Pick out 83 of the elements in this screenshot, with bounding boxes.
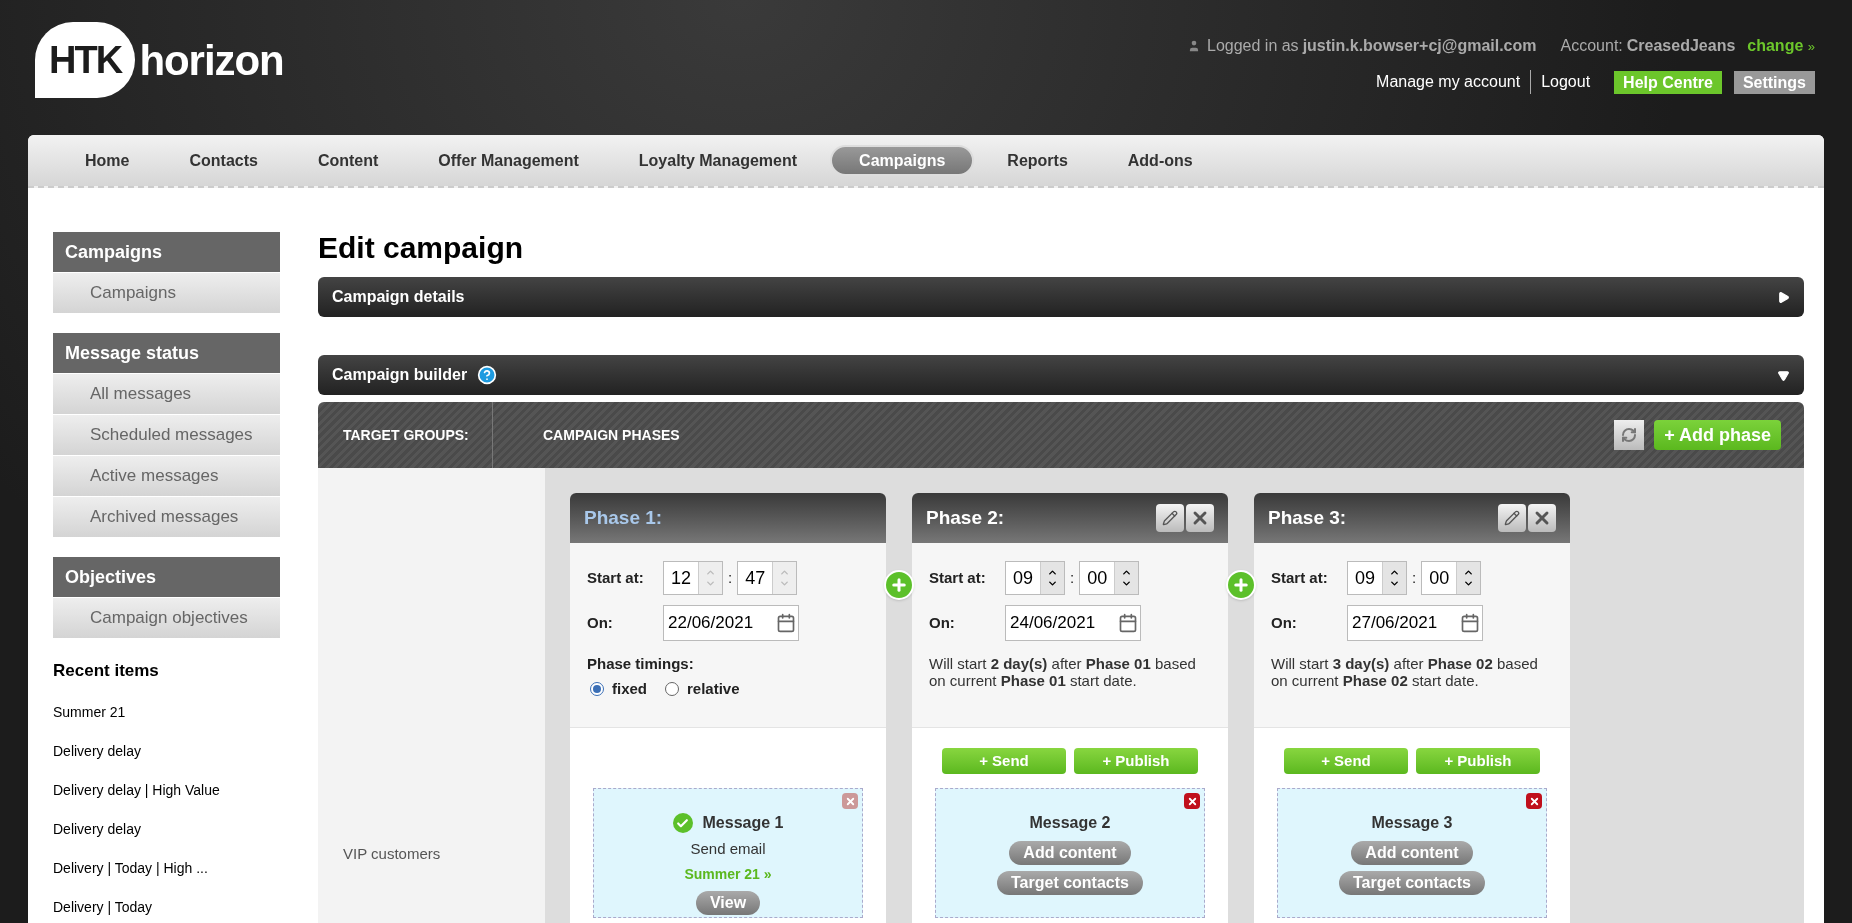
edit-button[interactable] [1498,504,1526,532]
nav-tab[interactable]: Campaigns [830,145,975,176]
recent-item[interactable]: Delivery delay | High Value [53,779,280,801]
message-title: Message 2 [1029,813,1111,833]
start-label: Start at: [1271,567,1329,588]
check-icon [672,813,693,833]
calendar-icon[interactable] [1460,613,1480,633]
recent-item[interactable]: Delivery | Today [53,896,280,918]
minute-spinner[interactable]: 00 [1421,561,1482,595]
minute-spinner[interactable]: 00 [1079,561,1140,595]
panel-title: Campaign builder [332,365,468,385]
date-label: On: [587,612,614,633]
expand-triangle-icon[interactable] [1777,290,1790,304]
logo[interactable]: HTK horizon [35,22,284,98]
account-label: Account: [1560,36,1623,56]
user-email: justin.k.bowser+cj@gmail.com [1302,36,1537,56]
date-label: On: [1271,612,1298,633]
collapse-triangle-icon[interactable] [1777,368,1790,382]
phase-title: Phase 1: [584,505,663,530]
refresh-icon[interactable] [1621,427,1638,443]
hour-spinner[interactable]: 09 [1005,561,1065,595]
recent-item[interactable]: Delivery delay [53,740,280,762]
help-icon[interactable] [477,365,498,385]
target-group-label: VIP customers [343,844,442,864]
phase-note: Will start 3 day(s) after Phase 02 based on current Phase 02 start date. [1271,655,1539,689]
radio-button[interactable] [590,681,604,696]
sidebar-item[interactable]: Archived messages [53,497,280,537]
sidebar-item[interactable]: All messages [53,374,280,414]
panel-header[interactable]: Campaign builder [318,355,1804,395]
time-separator: : [727,567,734,588]
hour-spinner[interactable]: 09 [1347,561,1407,595]
pencil-icon[interactable] [1162,510,1178,526]
edit-button[interactable] [1156,504,1184,532]
date-field[interactable]: 22/06/2021 [663,605,799,641]
radio-label: relative [687,678,740,699]
sidebar-heading: Objectives [53,557,280,597]
sidebar-item[interactable]: Scheduled messages [53,415,280,455]
nav-tab[interactable]: Contacts [162,145,285,176]
campaign-phases-label: CAMPAIGN PHASES [542,425,681,445]
calendar-icon[interactable] [1118,613,1138,633]
phase-title: Phase 2: [926,505,1005,530]
panel-header[interactable]: Campaign details [318,277,1804,317]
radio-button[interactable] [665,681,679,696]
message-title: Message 1 [702,813,784,833]
header-link[interactable]: Manage my account [1366,70,1532,94]
logged-in-label: Logged in as [1207,36,1299,56]
nav-tab[interactable]: Content [290,145,406,176]
pencil-icon[interactable] [1504,510,1520,526]
recent-item[interactable]: Delivery delay [53,818,280,840]
time-separator: : [1411,567,1418,588]
sidebar-heading: Message status [53,333,280,373]
phase-title: Phase 3: [1268,505,1347,530]
account-name: CreasedJeans [1626,36,1736,56]
panel-title: Campaign details [332,287,465,307]
nav-tab[interactable]: Offer Management [411,145,606,176]
message-text: Send email [690,839,766,859]
date-field[interactable]: 24/06/2021 [1005,605,1141,641]
calendar-icon[interactable] [776,613,796,633]
sidebar-item[interactable]: Campaign objectives [53,598,280,638]
header-link[interactable]: Logout [1531,70,1601,94]
sidebar-heading: Campaigns [53,232,280,272]
user-icon [1187,39,1201,53]
message-title: Message 3 [1371,813,1453,833]
nav-tab[interactable]: Home [58,145,157,176]
timings-label: Phase timings: [587,654,695,674]
change-link[interactable]: change » [1747,34,1815,58]
date-field[interactable]: 27/06/2021 [1347,605,1483,641]
sidebar-item[interactable]: Campaigns [53,273,280,313]
recent-items-heading: Recent items [53,660,160,682]
nav-tab[interactable]: Add-ons [1100,145,1220,176]
start-label: Start at: [587,567,645,588]
nav-tab[interactable]: Loyalty Management [611,145,825,176]
sidebar-item[interactable]: Active messages [53,456,280,496]
page-title: Edit campaign [318,232,525,263]
date-label: On: [929,612,956,633]
recent-item[interactable]: Delivery | Today | High ... [53,857,280,879]
start-label: Start at: [929,567,987,588]
time-separator: : [1069,567,1076,588]
recent-item[interactable]: Summer 21 [53,701,280,723]
refresh-button[interactable] [1614,420,1645,450]
nav-tab[interactable]: Reports [980,145,1095,176]
radio-label: fixed [612,678,647,699]
phase-note: Will start 2 day(s) after Phase 01 based on current Phase 01 start date. [929,655,1197,689]
